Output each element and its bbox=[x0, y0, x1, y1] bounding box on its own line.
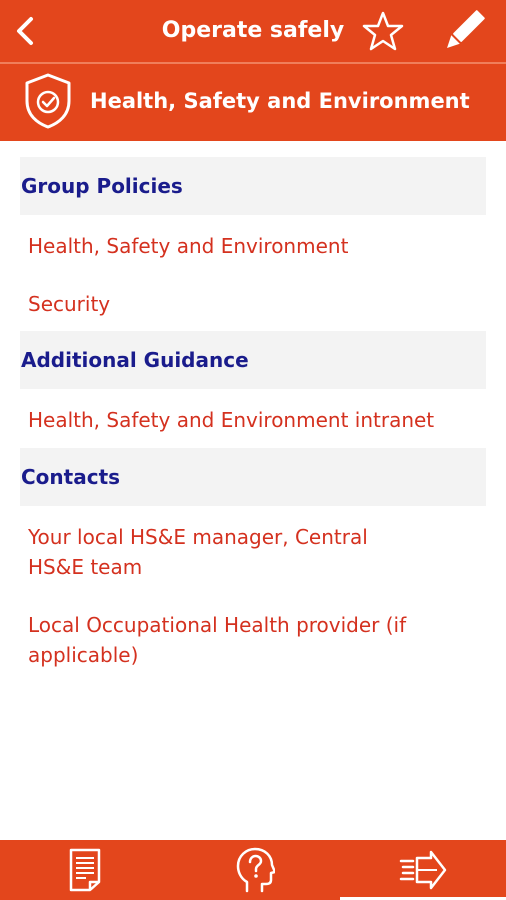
star-icon bbox=[362, 11, 404, 51]
group-header-contacts: Contacts bbox=[20, 448, 486, 506]
edit-button[interactable] bbox=[438, 6, 490, 56]
section-header: Health, Safety and Environment bbox=[0, 64, 506, 141]
bottom-nav bbox=[0, 840, 506, 900]
top-app-bar: Operate safely bbox=[0, 0, 506, 62]
tab-forward[interactable] bbox=[340, 840, 506, 900]
tab-document[interactable] bbox=[0, 840, 170, 900]
chevron-left-icon bbox=[17, 17, 33, 45]
group-title: Group Policies bbox=[21, 174, 183, 198]
help-head-icon bbox=[236, 847, 275, 893]
group-title: Additional Guidance bbox=[21, 348, 249, 372]
link-security-policy[interactable]: Security bbox=[28, 289, 468, 319]
tab-help[interactable] bbox=[170, 840, 340, 900]
link-hse-intranet[interactable]: Health, Safety and Environment intranet bbox=[28, 405, 468, 435]
group-header-guidance: Additional Guidance bbox=[20, 331, 486, 389]
page-title: Operate safely bbox=[161, 18, 345, 43]
section-title: Health, Safety and Environment bbox=[90, 89, 470, 113]
link-hse-manager[interactable]: Your local HS&E manager, Central HS&E te… bbox=[28, 522, 408, 582]
shield-check-icon bbox=[25, 73, 71, 129]
favorite-button[interactable] bbox=[360, 8, 406, 54]
back-button[interactable] bbox=[8, 12, 42, 50]
document-icon bbox=[69, 848, 101, 892]
pencil-icon bbox=[447, 10, 485, 48]
forward-arrows-icon bbox=[399, 850, 447, 890]
link-hse-policy[interactable]: Health, Safety and Environment bbox=[28, 231, 468, 261]
group-title: Contacts bbox=[21, 465, 121, 489]
link-occupational-health[interactable]: Local Occupational Health provider (if a… bbox=[28, 610, 468, 670]
group-header-policies: Group Policies bbox=[20, 157, 486, 215]
